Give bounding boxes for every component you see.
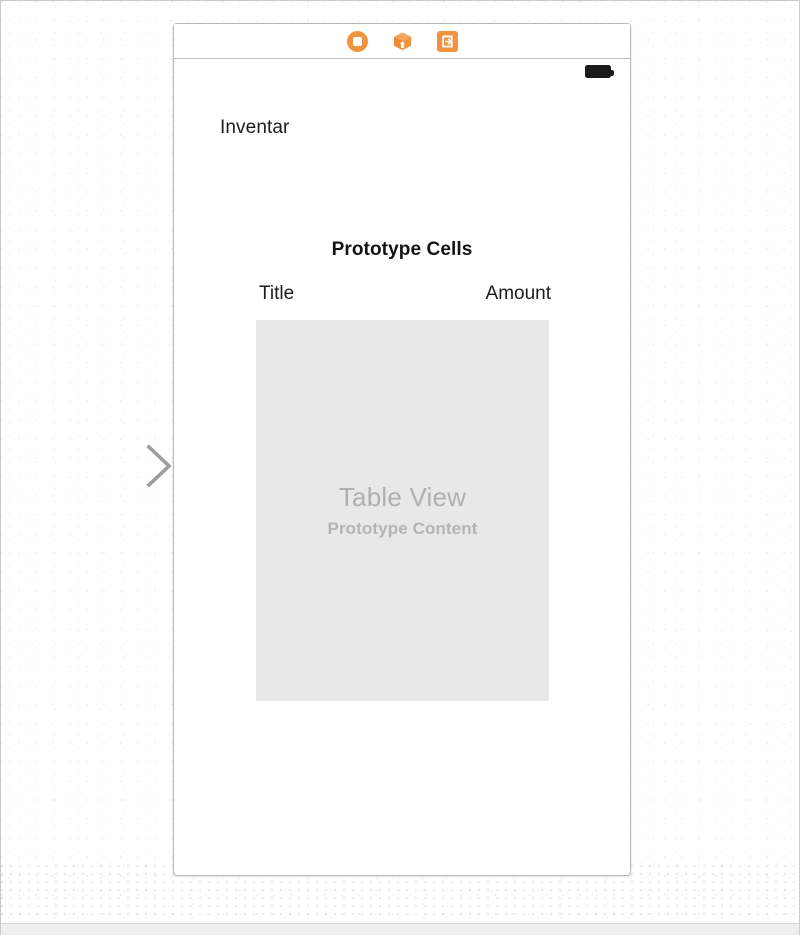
battery-full-icon (585, 65, 614, 78)
column-header-amount: Amount (485, 283, 551, 304)
3d-cube-glyph (393, 31, 411, 50)
storyboard-canvas[interactable]: Inventar Prototype Cells Title Amount Ta… (0, 0, 800, 935)
table-view-title: Table View (338, 482, 467, 512)
view-controller-icon[interactable] (346, 30, 368, 52)
canvas-bottom-bar (1, 923, 799, 935)
table-view-placeholder[interactable]: Table View Prototype Content (256, 320, 549, 701)
column-header-title: Title (259, 283, 295, 304)
column-headers: Title Amount (259, 283, 551, 305)
status-bar (174, 59, 630, 86)
table-view-subtitle: Prototype Content (327, 519, 478, 538)
first-responder-glyph (436, 30, 458, 52)
first-responder-icon[interactable] (436, 30, 458, 52)
exit-cube-icon[interactable] (391, 30, 413, 52)
nav-title: Inventar (220, 117, 290, 138)
view-controller-scene[interactable]: Inventar Prototype Cells Title Amount Ta… (173, 23, 631, 876)
section-heading: Prototype Cells (331, 239, 473, 260)
initial-view-controller-arrow[interactable] (45, 441, 177, 491)
view-controller-glyph (346, 30, 368, 52)
scene-dock[interactable] (174, 24, 630, 59)
